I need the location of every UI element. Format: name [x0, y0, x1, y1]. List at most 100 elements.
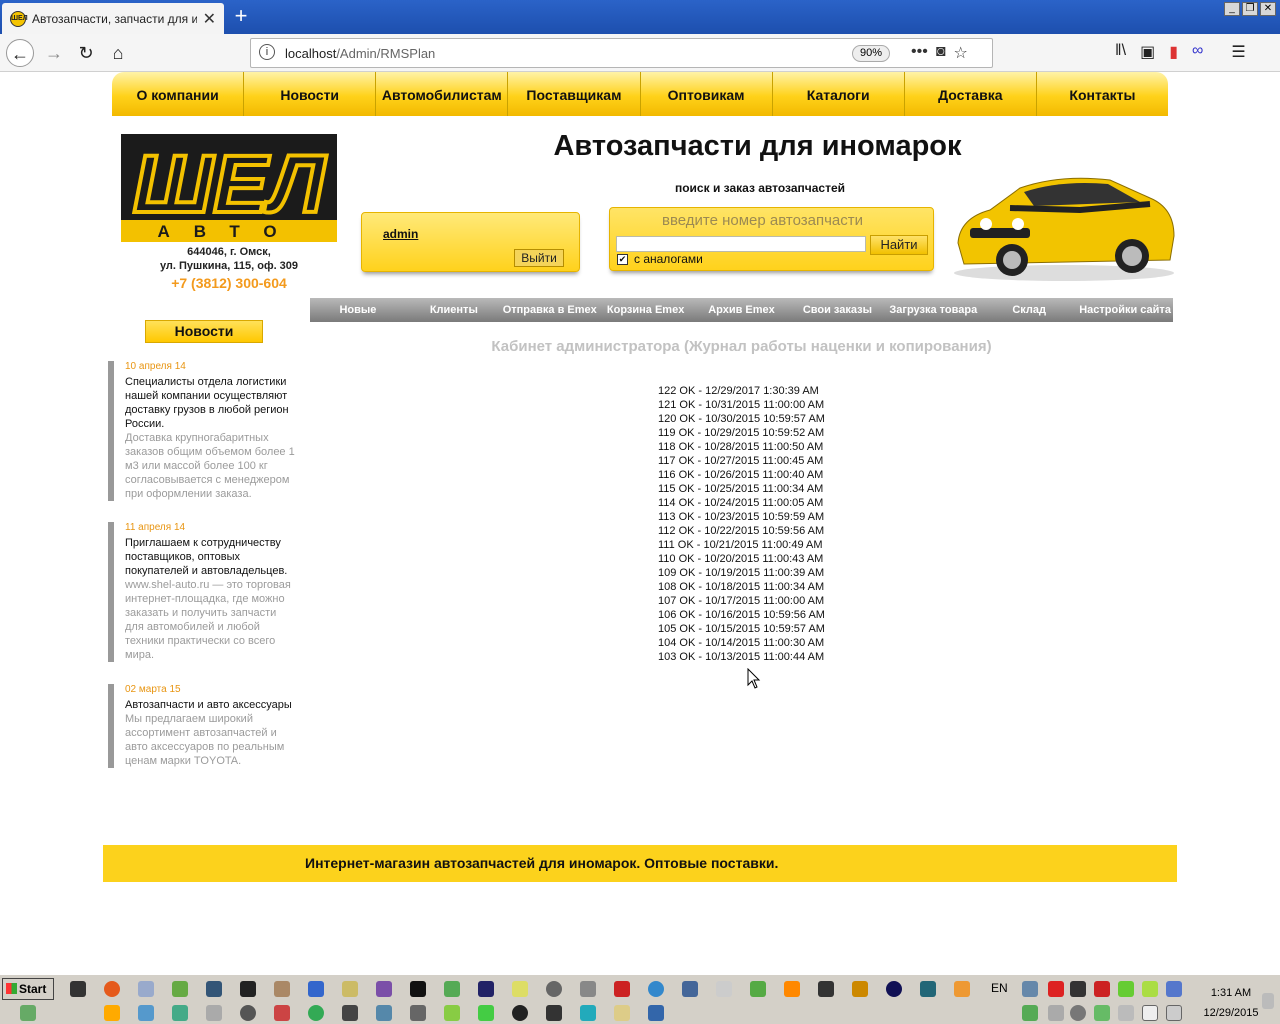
admin-menu-clients[interactable]: Клиенты: [406, 298, 502, 322]
notes-icon[interactable]: [512, 981, 528, 997]
admin-menu-own-orders[interactable]: Свои заказы: [789, 298, 885, 322]
news-headline[interactable]: Специалисты отдела логистики нашей компа…: [125, 375, 298, 431]
vlc-icon[interactable]: [784, 981, 800, 997]
check-icon[interactable]: [478, 1005, 494, 1021]
analogs-checkbox[interactable]: ✔: [617, 253, 628, 265]
lock-icon[interactable]: [546, 1005, 562, 1021]
tray-tool-icon[interactable]: [1118, 981, 1134, 997]
tray-disk-icon[interactable]: [1070, 1005, 1086, 1021]
search-button[interactable]: Найти: [870, 235, 928, 255]
tray-app-icon[interactable]: [954, 981, 970, 997]
tray-usb-icon[interactable]: [1048, 1005, 1064, 1021]
tray-globe-icon[interactable]: [1166, 981, 1182, 997]
start-button[interactable]: Start: [2, 978, 54, 1000]
hamburger-menu-icon[interactable]: ☰: [1231, 42, 1245, 62]
admin-menu-settings[interactable]: Настройки сайта: [1077, 298, 1173, 322]
terminal-icon[interactable]: [240, 981, 256, 997]
save-icon[interactable]: [478, 981, 494, 997]
app-icon[interactable]: [172, 981, 188, 997]
window-icon[interactable]: [580, 981, 596, 997]
restore-icon[interactable]: ❐: [1242, 2, 1258, 16]
notepad-icon[interactable]: [138, 981, 154, 997]
browser-tab[interactable]: ШЕЛ Автозапчасти, запчасти для ино ✕: [2, 3, 224, 34]
news-headline[interactable]: Приглашаем к сотрудничеству поставщиков,…: [125, 536, 298, 578]
paint-icon[interactable]: [342, 981, 358, 997]
bookmark-star-icon[interactable]: ☆: [953, 43, 967, 63]
admin-menu-cart-emex[interactable]: Корзина Emex: [598, 298, 694, 322]
chart-icon[interactable]: [750, 981, 766, 997]
tray-speaker-icon[interactable]: [1118, 1005, 1134, 1021]
admin-menu-archive-emex[interactable]: Архив Emex: [694, 298, 790, 322]
tray-filezilla-icon[interactable]: [1094, 981, 1110, 997]
menu-catalogs[interactable]: Каталоги: [773, 72, 905, 116]
pocket-icon[interactable]: ◙: [936, 43, 946, 63]
green-app-icon[interactable]: [308, 1005, 324, 1021]
folder-icon[interactable]: [614, 1005, 630, 1021]
home-icon[interactable]: ⌂: [104, 39, 132, 67]
recycle-icon[interactable]: [444, 1005, 460, 1021]
ie-icon[interactable]: [138, 1005, 154, 1021]
tray-gear-icon[interactable]: [1070, 981, 1086, 997]
url-text[interactable]: localhost/Admin/RMSPlan: [285, 46, 435, 61]
network-icon[interactable]: [206, 981, 222, 997]
filezilla-icon[interactable]: [614, 981, 630, 997]
sync-icon[interactable]: [648, 981, 664, 997]
admin-menu-upload-goods[interactable]: Загрузка товара: [885, 298, 981, 322]
shield-icon[interactable]: [274, 1005, 290, 1021]
link-icon[interactable]: [308, 981, 324, 997]
globe-icon[interactable]: [886, 981, 902, 997]
menu-wholesale[interactable]: Оптовикам: [641, 72, 773, 116]
explorer-icon[interactable]: [20, 1005, 36, 1021]
menu-suppliers[interactable]: Поставщикам: [508, 72, 641, 116]
puzzle-icon[interactable]: [580, 1005, 596, 1021]
menu-contacts[interactable]: Контакты: [1037, 72, 1168, 116]
visual-studio-icon[interactable]: [376, 981, 392, 997]
extension2-icon[interactable]: ∞: [1192, 42, 1203, 62]
disc-icon[interactable]: [546, 981, 562, 997]
more-actions-icon[interactable]: •••: [911, 43, 928, 63]
back-arrow-icon[interactable]: ←: [6, 39, 34, 67]
admin-menu-warehouse[interactable]: Склад: [981, 298, 1077, 322]
admin-menu-new[interactable]: Новые: [310, 298, 406, 322]
reload-icon[interactable]: ↻: [72, 39, 100, 67]
address-bar[interactable]: i localhost/Admin/RMSPlan 90% ••• ◙ ☆: [250, 38, 993, 68]
analogs-option[interactable]: ✔ с аналогами: [617, 252, 703, 266]
tool-icon[interactable]: [274, 981, 290, 997]
user-icon[interactable]: [376, 1005, 392, 1021]
monitor-icon[interactable]: [648, 1005, 664, 1021]
library-icon[interactable]: ‖\: [1115, 42, 1126, 62]
editor-icon[interactable]: [444, 981, 460, 997]
user-link[interactable]: admin: [383, 227, 418, 241]
chrome-icon[interactable]: [240, 1005, 256, 1021]
tray-battery-icon[interactable]: [1094, 1005, 1110, 1021]
news-button[interactable]: Новости: [145, 320, 263, 343]
drive-icon[interactable]: [104, 1005, 120, 1021]
keyboard-icon[interactable]: [410, 1005, 426, 1021]
share-icon[interactable]: [172, 1005, 188, 1021]
tray-flag-icon[interactable]: [1142, 1005, 1158, 1021]
scanner-icon[interactable]: [818, 981, 834, 997]
minimize-icon[interactable]: _: [1224, 2, 1240, 16]
printer-icon[interactable]: [206, 1005, 222, 1021]
calendar-icon[interactable]: [716, 981, 732, 997]
close-window-icon[interactable]: ✕: [1260, 2, 1276, 16]
zoom-badge[interactable]: 90%: [852, 45, 890, 62]
menu-about[interactable]: О компании: [112, 72, 245, 116]
tray-display-icon[interactable]: [1022, 1005, 1038, 1021]
show-desktop-icon[interactable]: [1262, 993, 1274, 1009]
forward-arrow-icon[interactable]: →: [40, 39, 68, 67]
settings-icon[interactable]: [342, 1005, 358, 1021]
headphones-icon[interactable]: [852, 981, 868, 997]
news-headline[interactable]: Автозапчасти и авто аксессуары: [125, 698, 298, 712]
tray-refresh-icon[interactable]: [1142, 981, 1158, 997]
menu-news[interactable]: Новости: [244, 72, 377, 116]
graph-icon[interactable]: [920, 981, 936, 997]
logout-button[interactable]: Выйти: [514, 249, 564, 267]
powershell-icon[interactable]: [410, 981, 426, 997]
tray-network-icon[interactable]: [1022, 981, 1038, 997]
part-number-input[interactable]: [616, 236, 866, 252]
menu-delivery[interactable]: Доставка: [905, 72, 1037, 116]
info-icon[interactable]: i: [259, 44, 275, 60]
language-indicator[interactable]: EN: [991, 981, 1008, 995]
close-tab-icon[interactable]: ✕: [203, 9, 216, 29]
